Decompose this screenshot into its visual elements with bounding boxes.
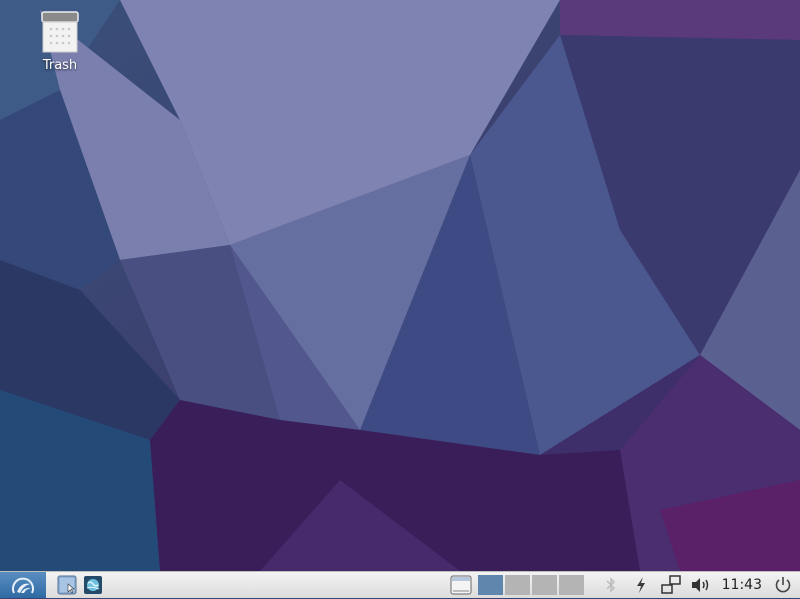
network-tray[interactable] <box>660 574 682 596</box>
bluetooth-tray[interactable] <box>600 574 622 596</box>
workspace-4[interactable] <box>558 575 584 595</box>
file-manager-launcher[interactable] <box>56 574 78 596</box>
poly <box>560 0 800 40</box>
volume-tray[interactable] <box>690 574 712 596</box>
window-icon <box>450 575 472 595</box>
desktop-icon-trash[interactable]: Trash <box>28 10 92 73</box>
web-browser-icon <box>84 576 102 594</box>
web-browser-launcher[interactable] <box>82 574 104 596</box>
power-status-icon <box>636 577 645 593</box>
power-status-tray[interactable] <box>630 574 652 596</box>
trash-label: Trash <box>42 58 78 73</box>
volume-icon <box>691 578 708 592</box>
workspace-pager <box>477 575 586 595</box>
bluetooth-icon <box>606 577 615 593</box>
workspace-2[interactable] <box>504 575 530 595</box>
workspace-1[interactable] <box>477 575 503 595</box>
start-menu-button[interactable] <box>0 572 46 598</box>
clock[interactable]: 11:43 <box>722 577 762 593</box>
file-manager-icon <box>57 575 77 595</box>
taskbar: 11:43 <box>0 571 800 598</box>
desktop[interactable]: Trash <box>0 0 800 571</box>
wallpaper <box>0 0 800 571</box>
network-icon <box>660 575 681 594</box>
window-list-button[interactable] <box>450 575 472 595</box>
workspace-3[interactable] <box>531 575 557 595</box>
power-icon <box>775 577 791 593</box>
lxde-menu-icon <box>12 577 34 594</box>
shutdown-button[interactable] <box>772 574 794 596</box>
trash-icon <box>40 10 80 54</box>
